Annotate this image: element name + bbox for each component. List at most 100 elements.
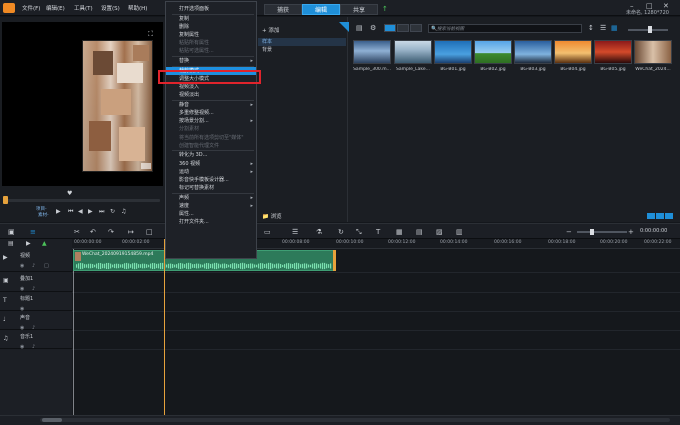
thumbnail-bg-b02[interactable] [474,40,512,64]
menu-edit[interactable]: 编辑(E) [46,4,65,12]
search-box[interactable]: 🔍 搜索当前视图 [428,24,582,33]
ripple-edit-icon[interactable]: ▲ [42,240,47,247]
clip-tool-icon-3[interactable]: ⚗ [316,228,322,236]
add-folder-button[interactable]: + 添加 [262,26,279,34]
next-frame-icon[interactable]: ▶ [88,208,93,215]
thumbnail-wechat-clip[interactable] [634,40,672,64]
track-header-music[interactable]: ♫ 音乐1 ◉ ♪ [0,330,72,350]
title-tool-icon[interactable]: T [376,228,380,236]
clip-trim-handle[interactable] [333,250,336,271]
track-header-title[interactable]: T 标题1 ◉ [0,292,72,312]
zoom-slider[interactable] [577,231,627,233]
timeline-timecode[interactable]: 0:00:00:00 [640,228,667,234]
chapter-icon[interactable]: ▶ [26,240,31,247]
track-header-voice[interactable]: ♩ 声音 ◉ ♪ [0,311,72,331]
tab-capture[interactable]: 捕获 [264,4,302,15]
context-menu-item[interactable]: 复制 [166,15,256,23]
filter-video-button[interactable] [384,24,396,32]
thumbnail-bg-b05[interactable] [594,40,632,64]
context-menu-item[interactable]: 转化为 3D... [166,151,256,159]
clip-tool-icon-9[interactable]: ▥ [456,228,463,236]
context-menu-item[interactable]: 属性... [166,210,256,218]
tab-edit[interactable]: 编辑 [302,4,340,15]
undo-icon[interactable]: ↶ [90,228,96,236]
clip-tool-icon-6[interactable]: ▦ [396,228,403,236]
menu-help[interactable]: 帮助(H) [128,4,147,12]
footer-icon-a[interactable] [647,213,655,219]
tab-share[interactable]: 共享 [340,4,378,15]
tree-item-background[interactable]: 背景 [258,46,346,54]
track-visibility-icon[interactable]: ◉ [20,263,24,269]
context-menu-item[interactable]: 运动 ▸ [166,168,256,176]
storyboard-view-icon[interactable]: ▣ [8,228,15,236]
clip-tool-icon-5[interactable]: ⤡ [356,228,362,237]
import-folder-icon[interactable]: ▤ [356,24,363,32]
thumbnail-size-knob[interactable] [648,26,652,33]
clip-tool-icon-1[interactable]: ▭ [264,228,271,236]
clip-mode-label[interactable]: 素材- [38,212,49,218]
context-menu-item[interactable]: 删除 [166,23,256,31]
zoom-out-icon[interactable]: − [566,228,572,236]
clip-tool-icon-8[interactable]: ▨ [436,228,443,236]
zoom-slider-knob[interactable] [590,229,594,235]
go-end-icon[interactable]: ⏭ [99,208,104,216]
thumbnail-bg-b01[interactable] [434,40,472,64]
go-start-icon[interactable]: ⏮ [68,208,73,216]
thumbnail-sample-lake[interactable] [394,40,432,64]
play-icon[interactable]: ▶ [56,208,61,215]
context-menu-item[interactable]: 影音快手模板设计器... [166,176,256,184]
clip-tool-icon-2[interactable]: ☰ [292,228,298,236]
list-view-icon[interactable]: ☰ [600,24,606,32]
context-menu-item[interactable]: 多重修整视频... [166,109,256,117]
timeline-scrollbar-thumb[interactable] [42,418,62,422]
tools-icon[interactable]: ✂ [74,228,80,236]
context-menu-item[interactable]: 打开文件夹... [166,218,256,226]
context-menu-item[interactable]: 复制属性 [166,31,256,39]
repeat-icon[interactable]: ↻ [110,208,115,215]
context-menu-item[interactable]: 静音 ▸ [166,101,256,109]
track-manager-icon[interactable]: ▤ [8,240,14,247]
zoom-in-icon[interactable]: + [628,228,634,236]
timeline-view-icon[interactable]: ≡ [30,228,36,236]
scrubber-handle[interactable] [3,196,8,204]
split-icon[interactable]: ↦ [128,228,134,236]
context-menu-item[interactable]: 替换 ▸ [166,57,256,65]
thumbnail-sample-300[interactable] [353,40,391,64]
browse-button[interactable]: 📁 浏览 [262,212,282,220]
thumbnail-bg-b04[interactable] [554,40,592,64]
preview-scrubber[interactable] [4,199,160,202]
filter-audio-button[interactable] [410,24,422,32]
timeline-scrollbar[interactable] [40,418,670,422]
context-menu-item[interactable]: 视频淡出 [166,91,256,99]
redo-icon[interactable]: ↷ [108,228,114,236]
filter-photo-button[interactable] [397,24,409,32]
record-icon[interactable]: □ [146,228,153,236]
track-header-overlay[interactable]: ▣ 叠加1 ◉ ♪ [0,272,72,292]
volume-icon[interactable]: ♫ [121,208,126,215]
clip-tool-icon-4[interactable]: ↻ [338,228,344,236]
fullscreen-icon[interactable]: ⛶ [148,30,153,39]
footer-icon-b[interactable] [656,213,664,219]
context-menu-item[interactable]: 声频 ▸ [166,194,256,202]
context-menu-item[interactable]: 视频淡入 [166,83,256,91]
sort-icon[interactable]: ↕ [588,24,594,32]
library-footer-icons[interactable] [647,213,677,220]
settings-icon[interactable]: ⚙ [370,24,376,32]
menu-tools[interactable]: 工具(T) [74,4,93,12]
timeline-playhead[interactable] [164,239,165,415]
search-input[interactable]: 搜索当前视图 [437,26,464,32]
context-menu-item[interactable]: 速度 ▸ [166,202,256,210]
clip-tool-icon-7[interactable]: ▤ [416,228,423,236]
tree-item-sample[interactable]: 样本 [258,38,346,46]
track-header-video[interactable]: ▶ 视频 ◉ ♪ □ [0,249,72,272]
prev-frame-icon[interactable]: ◀ [78,208,83,215]
menu-settings[interactable]: 设置(S) [101,4,120,12]
context-menu-item[interactable]: 标记可替换素材 [166,184,256,192]
grid-view-icon[interactable]: ▦ [611,24,618,32]
thumbnail-bg-b03[interactable] [514,40,552,64]
context-menu-item[interactable]: 按场景分割... ▸ [166,117,256,125]
track-mute-icon[interactable]: ♪ [32,263,35,269]
context-menu-item[interactable]: 打开选项面板 [166,5,256,13]
track-lock-icon[interactable]: □ [44,263,49,269]
menu-file[interactable]: 文件(F) [22,4,40,12]
